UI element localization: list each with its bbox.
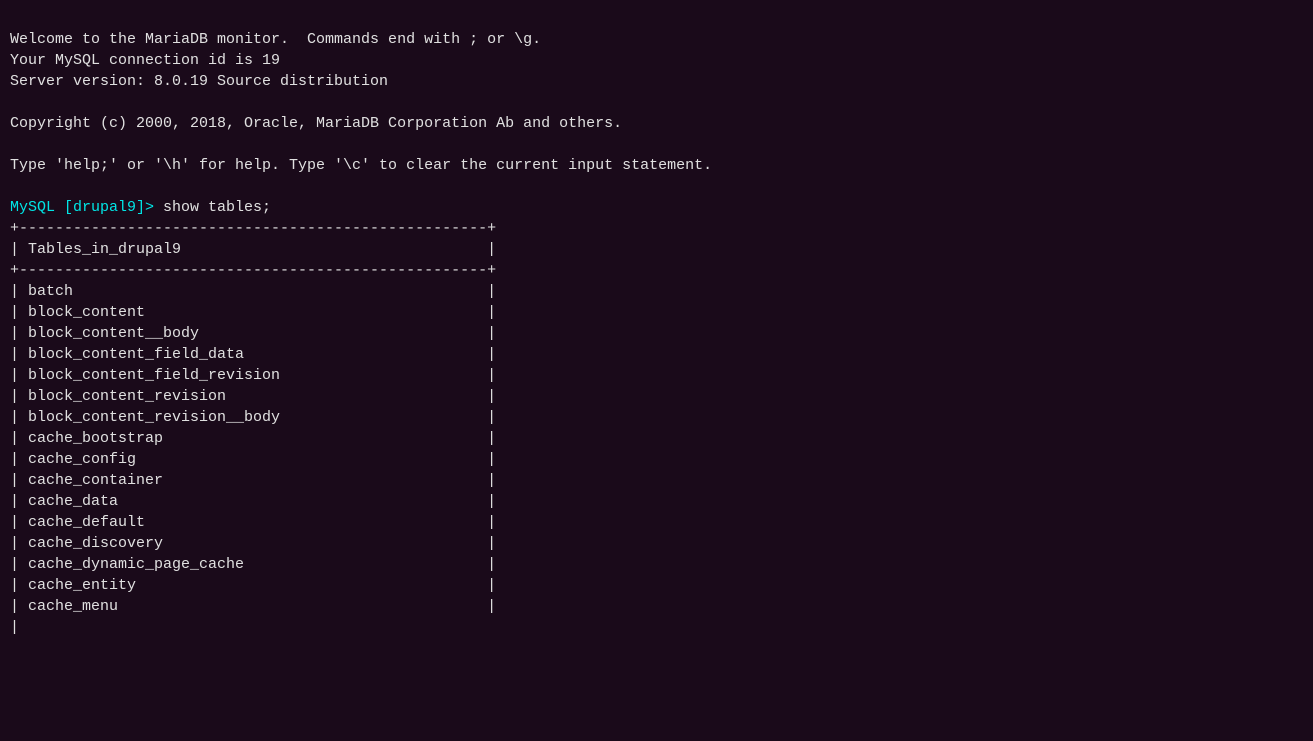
- table-row-cache-entity: | cache_entity |: [10, 577, 496, 594]
- welcome-line2: Your MySQL connection id is 19: [10, 52, 280, 69]
- table-row-block-content-field-data: | block_content_field_data |: [10, 346, 496, 363]
- prompt-prefix: MySQL [drupal9]>: [10, 199, 154, 216]
- table-row-block-content-body: | block_content__body |: [10, 325, 496, 342]
- table-row-cache-config: | cache_config |: [10, 451, 496, 468]
- table-row-cache-dynamic-page-cache: | cache_dynamic_page_cache |: [10, 556, 496, 573]
- table-row-cache-discovery: | cache_discovery |: [10, 535, 496, 552]
- table-row-block-content-revision: | block_content_revision |: [10, 388, 496, 405]
- table-header: | Tables_in_drupal9 |: [10, 241, 496, 258]
- help-text: Type 'help;' or '\h' for help. Type '\c'…: [10, 157, 712, 174]
- table-row-cache-bootstrap: | cache_bootstrap |: [10, 430, 496, 447]
- prompt-line: MySQL [drupal9]> show tables;: [10, 199, 271, 216]
- terminal-window: Welcome to the MariaDB monitor. Commands…: [10, 8, 1303, 638]
- table-row-cache-menu: | cache_menu |: [10, 598, 496, 615]
- table-row-cache-container: | cache_container |: [10, 472, 496, 489]
- table-top-border: +---------------------------------------…: [10, 220, 496, 237]
- welcome-line1: Welcome to the MariaDB monitor. Commands…: [10, 31, 541, 48]
- welcome-line3: Server version: 8.0.19 Source distributi…: [10, 73, 388, 90]
- table-row-block-content-field-revision: | block_content_field_revision |: [10, 367, 496, 384]
- copyright-line: Copyright (c) 2000, 2018, Oracle, MariaD…: [10, 115, 622, 132]
- table-row-block-content-revision-body: | block_content_revision__body |: [10, 409, 496, 426]
- table-mid-border: +---------------------------------------…: [10, 262, 496, 279]
- table-row-cache-default: | cache_default |: [10, 514, 496, 531]
- table-row-block-content: | block_content |: [10, 304, 496, 321]
- table-row-cache-data: | cache_data |: [10, 493, 496, 510]
- table-partial-row: |: [10, 619, 19, 636]
- table-row-batch: | batch |: [10, 283, 496, 300]
